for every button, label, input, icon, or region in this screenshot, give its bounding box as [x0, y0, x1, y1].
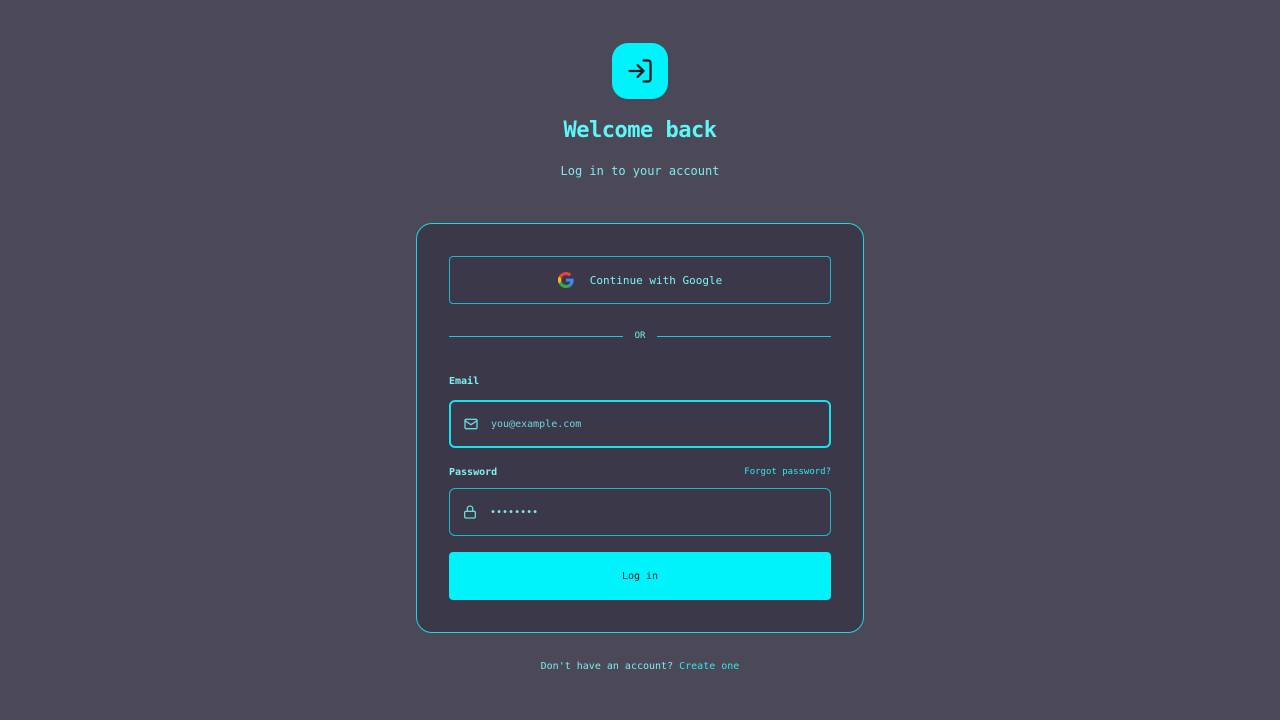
google-icon	[557, 272, 574, 288]
forgot-password-link[interactable]: Forgot password?	[744, 467, 831, 477]
google-button-label: Continue with Google	[589, 273, 723, 287]
divider-line-right	[657, 335, 831, 337]
divider-line-left	[449, 335, 623, 337]
login-card: Continue with Google OR Email Password F…	[416, 223, 864, 633]
google-signin-button[interactable]: Continue with Google	[449, 256, 831, 304]
email-input[interactable]	[491, 402, 829, 446]
create-account-link[interactable]: Create one	[679, 661, 739, 672]
divider-label: OR	[634, 331, 646, 341]
signup-prompt-text: Don't have an account?	[540, 661, 674, 672]
page-subtitle: Log in to your account	[560, 164, 720, 178]
lock-icon	[464, 505, 476, 519]
email-field-wrapper	[449, 400, 831, 448]
email-label: Email	[449, 376, 480, 387]
page-title: Welcome back	[563, 118, 717, 143]
password-field-wrapper	[449, 488, 831, 536]
or-divider: OR	[449, 328, 831, 344]
login-page: Welcome back Log in to your account Cont…	[0, 0, 1280, 720]
mail-icon	[464, 418, 478, 430]
signup-prompt: Don't have an account? Create one	[0, 661, 1280, 672]
login-icon	[612, 43, 668, 99]
password-label: Password	[449, 467, 498, 478]
login-button[interactable]: Log in	[449, 552, 831, 600]
password-input[interactable]	[490, 489, 830, 535]
